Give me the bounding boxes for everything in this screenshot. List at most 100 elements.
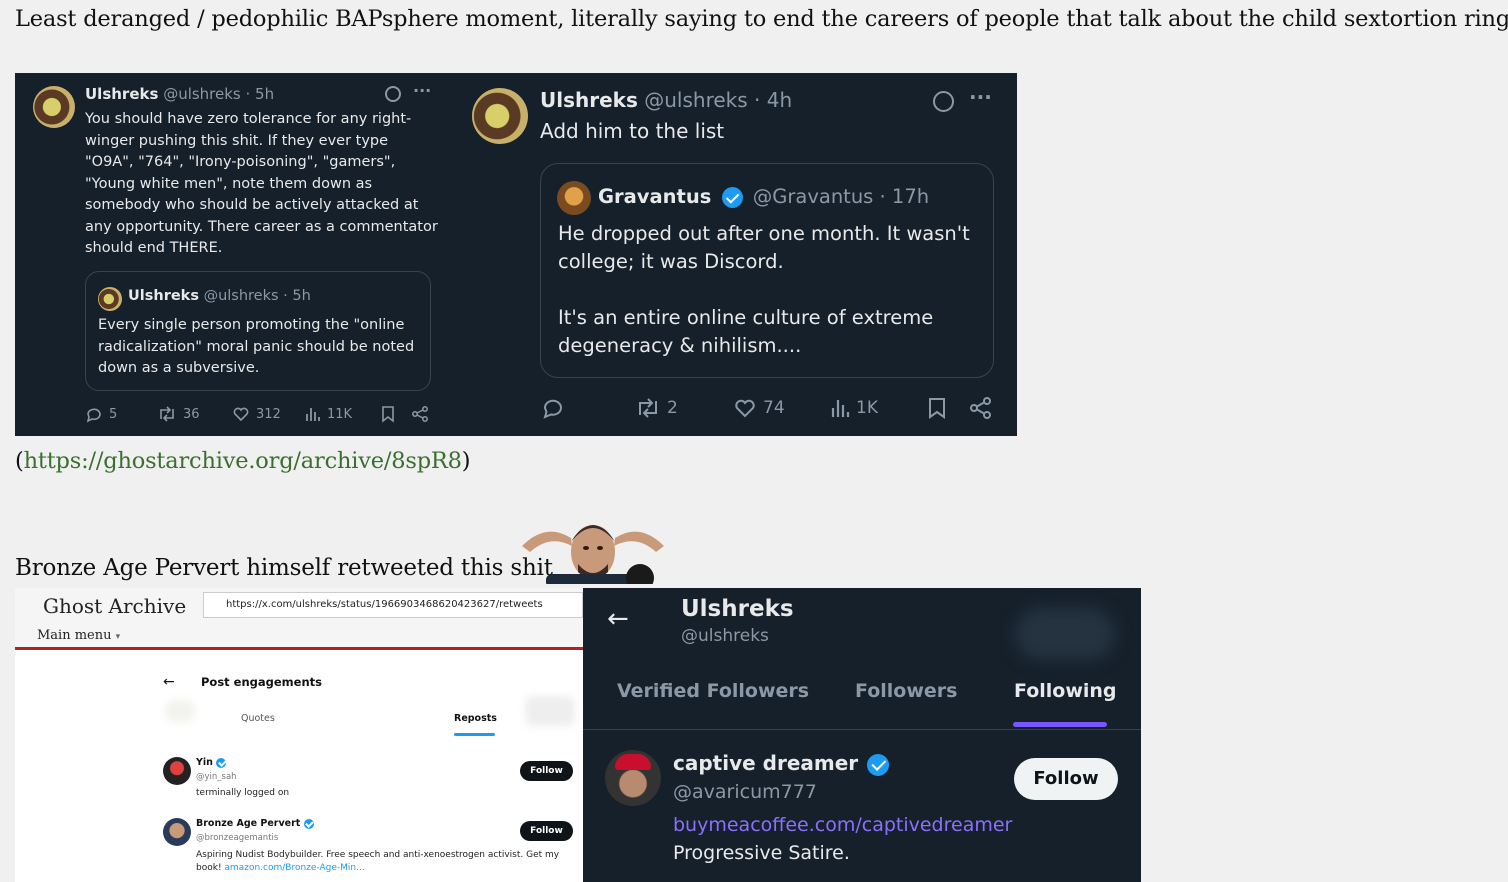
verified-badge-icon	[867, 753, 890, 776]
quote-author-meta: @ulshreks · 5h	[203, 288, 311, 304]
follow-button[interactable]: Follow	[520, 761, 573, 781]
verified-badge-icon	[216, 757, 227, 768]
tab-followers[interactable]: Followers	[855, 680, 957, 702]
archive-link-line: (https://ghostarchive.org/archive/8spR8)	[15, 448, 471, 474]
user-name[interactable]: Bronze Age Pervert	[196, 818, 300, 829]
bookmark-icon-2	[929, 398, 945, 419]
active-tab-indicator	[454, 733, 495, 736]
grok-icon[interactable]	[385, 86, 401, 102]
user-bio-link[interactable]: amazon.com/Bronze-Age-Min...	[224, 863, 364, 873]
active-tab-indicator	[1013, 722, 1107, 727]
user-handle: @bronzeagemantis	[196, 833, 279, 843]
user-bio: terminally logged on	[196, 788, 290, 798]
archive-link[interactable]: https://ghostarchive.org/archive/8spR8	[24, 448, 462, 474]
tab-reposts[interactable]: Reposts	[454, 713, 497, 724]
bookmark-icon	[382, 406, 394, 423]
hands-on-head-meme-image	[516, 512, 670, 584]
quote-tweet-2[interactable]: Gravantus @Gravantus · 17h He dropped ou…	[540, 163, 994, 378]
retweet-line-text: Bronze Age Pervert himself retweeted thi…	[15, 555, 553, 581]
repost-button-2[interactable]: 2	[635, 396, 678, 420]
gravantus-text-1: He dropped out after one month. It wasn'…	[558, 222, 970, 273]
follow-button[interactable]: Follow	[1014, 758, 1118, 800]
tabs-divider	[583, 729, 1141, 730]
tab-verified-followers[interactable]: Verified Followers	[617, 680, 809, 702]
repost-count: 36	[183, 406, 200, 422]
tweet-author-name: Ulshreks	[85, 85, 159, 103]
share-button-2[interactable]	[969, 396, 993, 420]
verified-badge-icon	[721, 187, 743, 208]
like-count: 312	[256, 406, 281, 422]
main-menu-label: Main menu	[37, 628, 112, 643]
tweet2-author-meta: @ulshreks · 4h	[644, 88, 793, 112]
tweet2-text: Add him to the list	[540, 119, 725, 143]
bap-avatar	[163, 818, 191, 846]
follow-button[interactable]: Follow	[520, 821, 573, 841]
grok-icon-2[interactable]	[933, 91, 954, 112]
ulshreks-avatar	[33, 86, 75, 128]
profile-handle: @ulshreks	[681, 626, 769, 646]
captive-dreamer-avatar	[605, 750, 661, 806]
share-button[interactable]	[411, 405, 429, 423]
back-arrow-icon[interactable]: ←	[607, 604, 629, 634]
bookmark-button-2[interactable]	[927, 396, 947, 420]
reply-icon-2	[543, 399, 562, 419]
heart-icon-2	[735, 399, 755, 418]
ulshreks-avatar-2	[472, 88, 528, 144]
user-bio-link[interactable]: buymeacoffee.com/captivedreamer	[673, 814, 1012, 836]
user-handle: @avaricum777	[673, 781, 817, 803]
reply-button[interactable]: 5	[85, 405, 117, 423]
share-icon	[412, 406, 428, 422]
quote-author-name: Ulshreks	[128, 288, 199, 304]
views-icon-2	[831, 400, 850, 417]
views-button[interactable]: 11K	[305, 405, 352, 423]
tweet-text: You should have zero tolerance for any r…	[85, 111, 438, 256]
tweet-author-meta: @ulshreks · 5h	[163, 85, 275, 103]
user-name[interactable]: Yin	[196, 757, 213, 768]
user-name[interactable]: captive dreamer	[673, 751, 858, 775]
tweet2-author-name: Ulshreks	[540, 88, 638, 112]
ghost-archive-screenshot: Ghost Archive https://x.com/ulshreks/sta…	[15, 588, 583, 882]
gravantus-text-2: It's an entire online culture of extreme…	[558, 306, 934, 357]
repost-icon-2	[639, 398, 657, 418]
main-menu-dropdown[interactable]: Main menu ▾	[37, 628, 120, 643]
ghost-archive-logo[interactable]: Ghost Archive	[43, 594, 186, 618]
like-button[interactable]: 312	[232, 405, 281, 423]
views-count: 11K	[327, 406, 353, 422]
profile-name: Ulshreks	[681, 596, 794, 622]
gravantus-avatar	[557, 181, 591, 215]
tab-following[interactable]: Following	[1014, 680, 1117, 702]
ghost-archive-header: Ghost Archive https://x.com/ulshreks/sta…	[15, 588, 583, 650]
like-button-2[interactable]: 74	[733, 396, 785, 420]
following-list-screenshot: ← Ulshreks @ulshreks Verified Followers …	[583, 588, 1141, 882]
more-icon-2[interactable]: ···	[969, 85, 992, 109]
tweet-screenshot: Ulshreks @ulshreks · 5h ··· You should h…	[15, 73, 1017, 436]
repost-button[interactable]: 36	[157, 405, 200, 423]
bookmark-button[interactable]	[380, 405, 396, 423]
chevron-down-icon: ▾	[115, 632, 121, 642]
more-icon[interactable]: ···	[413, 81, 431, 100]
intro-text: Least deranged / pedophilic BAPsphere mo…	[15, 6, 1508, 32]
back-arrow-icon[interactable]: ←	[163, 674, 175, 690]
gravantus-meta: @Gravantus · 17h	[752, 185, 930, 208]
gravantus-name: Gravantus	[598, 185, 712, 208]
link-close-paren: )	[461, 448, 471, 474]
reply-icon	[86, 408, 101, 423]
post-engagements-title: Post engagements	[201, 675, 322, 689]
views-button-2[interactable]: 1K	[830, 396, 878, 420]
reply-button-2[interactable]	[541, 396, 565, 420]
quote-avatar	[98, 287, 122, 311]
heart-icon	[233, 407, 249, 422]
repost-count-2: 2	[667, 398, 678, 418]
archived-url-field[interactable]: https://x.com/ulshreks/status/1966903468…	[203, 592, 583, 618]
tab-quotes[interactable]: Quotes	[241, 713, 275, 724]
user-handle: @yin_sah	[196, 772, 237, 782]
yin-avatar	[163, 757, 191, 785]
verified-badge-icon	[303, 818, 314, 829]
user-bio: Aspiring Nudist Bodybuilder. Free speech…	[196, 849, 576, 875]
user-bio: Progressive Satire.	[673, 842, 850, 864]
blurred-avatar-placeholder	[165, 700, 195, 722]
quote-tweet[interactable]: Ulshreks @ulshreks · 5h Every single per…	[85, 271, 431, 391]
share-icon-2	[970, 397, 991, 419]
red-cap-shape	[615, 754, 651, 770]
views-icon	[306, 408, 320, 421]
